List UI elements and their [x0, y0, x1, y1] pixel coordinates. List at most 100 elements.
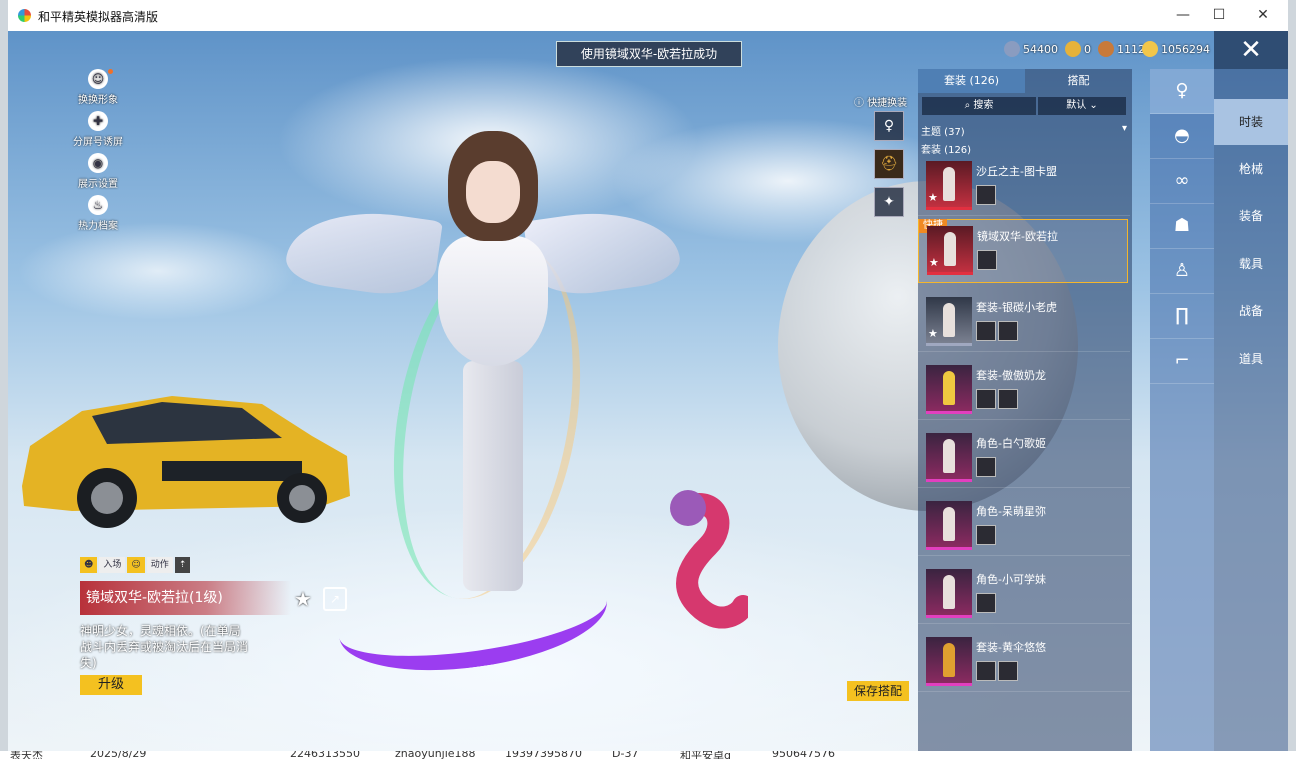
change-appearance-button[interactable]: ☺ 换换形象: [68, 69, 128, 106]
enter-emote-icon[interactable]: ☻: [80, 557, 98, 573]
item-description: 神明少女，灵魂相依。(在单局战斗内丢弃或被淘汰后在当局消失): [80, 624, 249, 670]
quick-slot-badge-icon[interactable]: ✦: [874, 187, 904, 217]
display-settings-label: 展示设置: [78, 179, 118, 190]
upgrade-button[interactable]: 升级: [80, 675, 142, 695]
character-face: [466, 161, 520, 223]
heat-archive-label: 热力档案: [78, 221, 118, 232]
save-outfit-button[interactable]: 保存搭配: [847, 681, 909, 701]
list-item[interactable]: 角色-白勺歌姬: [918, 427, 1130, 488]
list-item[interactable]: 套装-傲傲奶龙: [918, 359, 1130, 420]
app-icon: [18, 9, 31, 22]
outfit-part-icon: [976, 525, 996, 545]
quick-slot-outfit-icon[interactable]: ♀: [874, 111, 904, 141]
star-icon: ★: [928, 327, 938, 340]
display-settings-button[interactable]: ◉ 展示设置: [68, 153, 128, 190]
outfit-name: 沙丘之主-图卡盟: [976, 165, 1057, 178]
tab-combo[interactable]: 搭配: [1025, 69, 1132, 93]
outfit-part-icon: [976, 661, 996, 681]
currency-gold-token-value: 0: [1084, 42, 1091, 56]
gold-coin-icon: [1142, 41, 1158, 57]
cell: 2246313550: [290, 751, 360, 759]
shoes-category-icon[interactable]: ⌐: [1150, 339, 1214, 384]
emulator-window: 和平精英模拟器高清版 — ☐ ✕ ☺ 换换形象 ✚ 分屏号诱屏 ◉ 展示设置 ♨…: [0, 0, 1296, 759]
outfit-part-icon: [976, 389, 996, 409]
expand-arrow-icon[interactable]: ⇡: [174, 557, 191, 573]
tab-battle-prep[interactable]: 战备: [1214, 288, 1288, 334]
enter-emote-button[interactable]: 入场: [99, 557, 126, 573]
notification-dot: [108, 69, 113, 74]
close-icon[interactable]: ✕: [1214, 31, 1288, 69]
cell: 和平安卓q: [680, 751, 731, 759]
theme-group-header[interactable]: 主题 (37) ▾: [921, 123, 1127, 138]
currency-bronze: 1112: [1098, 41, 1145, 57]
tab-props[interactable]: 道具: [1214, 336, 1288, 382]
window-title: 和平精英模拟器高清版: [38, 10, 159, 24]
cell: 19397395870: [505, 751, 582, 759]
currency-gold-value: 1056294: [1161, 42, 1210, 56]
outfit-name: 角色-呆萌星弥: [976, 505, 1046, 518]
list-item[interactable]: 角色-小可学妹: [918, 563, 1130, 624]
outfit-category-icon[interactable]: ♀: [1150, 69, 1214, 114]
character-legs: [463, 361, 523, 591]
character-dress: [438, 236, 548, 366]
body-category-icon[interactable]: ♙: [1150, 249, 1214, 294]
puzzle-icon: ✚: [88, 111, 108, 131]
tab-suits[interactable]: 套装 (126): [918, 69, 1025, 93]
bronze-coin-icon: [1098, 41, 1114, 57]
mask-category-icon[interactable]: ☗: [1150, 204, 1214, 249]
outfit-part-icon: [977, 250, 997, 270]
game-viewport: ☺ 换换形象 ✚ 分屏号诱屏 ◉ 展示设置 ♨ 热力档案 使用镜域双华-欧若拉成…: [8, 31, 1288, 751]
share-icon[interactable]: ↗: [323, 587, 347, 611]
cap-category-icon[interactable]: ◓: [1150, 114, 1214, 159]
list-item[interactable]: ★ 沙丘之主-图卡盟: [918, 155, 1130, 216]
outfit-thumbnail: [926, 365, 972, 414]
minimize-button[interactable]: —: [1168, 4, 1198, 26]
glasses-category-icon[interactable]: ∞: [1150, 159, 1214, 204]
search-input[interactable]: ⌕ 搜索: [922, 97, 1036, 115]
tab-equipment[interactable]: 装备: [1214, 193, 1288, 239]
person-icon: ☺: [88, 69, 108, 89]
pants-category-icon[interactable]: ∏: [1150, 294, 1214, 339]
split-screen-button[interactable]: ✚ 分屏号诱屏: [68, 111, 128, 148]
tab-fashion[interactable]: 时装: [1214, 99, 1288, 145]
background-spreadsheet-strip: 表天杰 2025/8/29 2246313550 zhaoyunjie188 1…: [0, 751, 1296, 759]
panel-tabs: 套装 (126) 搭配: [918, 69, 1132, 93]
list-item[interactable]: 角色-呆萌星弥: [918, 495, 1130, 556]
heat-archive-button[interactable]: ♨ 热力档案: [68, 195, 128, 232]
outfit-part-icon: [976, 185, 996, 205]
quick-switch-label[interactable]: ⓘ 快捷换装: [854, 94, 907, 109]
quick-switch-text: 快捷换装: [867, 98, 908, 109]
tab-weapons[interactable]: 枪械: [1214, 146, 1288, 192]
cell: 2025/8/29: [90, 751, 147, 759]
pink-dragon-pet: [670, 490, 748, 629]
list-item[interactable]: ★ 套装-银碳小老虎: [918, 291, 1130, 352]
title-bar: 和平精英模拟器高清版 — ☐ ✕: [8, 0, 1288, 32]
cell: 表天杰: [10, 751, 43, 759]
favorite-star-icon[interactable]: ★: [294, 587, 312, 611]
action-emote-icon[interactable]: ☺: [127, 557, 145, 573]
outfit-name: 角色-白勺歌姬: [976, 437, 1046, 450]
caret-down-icon: ▾: [1121, 123, 1127, 134]
currency-silver: 54400: [1004, 41, 1058, 57]
cell: zhaoyunjie188: [395, 751, 476, 759]
maximize-button[interactable]: ☐: [1204, 4, 1234, 26]
sort-dropdown[interactable]: 默认 ⌄: [1038, 97, 1126, 115]
quick-slot-helmet-icon[interactable]: ⛑: [874, 149, 904, 179]
action-emote-button[interactable]: 动作: [146, 557, 173, 573]
action-bar: ☻ 入场 ☺ 动作 ⇡: [80, 557, 192, 573]
star-icon: ★: [928, 191, 938, 204]
outfit-thumbnail: [926, 501, 972, 550]
chevron-down-icon: ⌄: [1089, 100, 1098, 111]
outfit-name: 套装-银碳小老虎: [976, 301, 1057, 314]
outfit-thumbnail: [926, 637, 972, 686]
close-window-button[interactable]: ✕: [1248, 4, 1278, 26]
outfit-thumbnail: ★: [927, 226, 973, 275]
outfit-thumbnail: ★: [926, 161, 972, 210]
outfit-name: 套装-傲傲奶龙: [976, 369, 1046, 382]
outfit-name: 镜域双华-欧若拉: [977, 230, 1058, 243]
currency-gold: 1056294: [1142, 41, 1210, 57]
list-item[interactable]: 套装-黄伞悠悠: [918, 631, 1130, 692]
main-category-menu: 时装 枪械 装备 载具 战备 道具: [1214, 69, 1288, 751]
list-item-selected[interactable]: 快捷 ★ 镜域双华-欧若拉: [918, 219, 1128, 283]
tab-vehicles[interactable]: 载具: [1214, 241, 1288, 287]
